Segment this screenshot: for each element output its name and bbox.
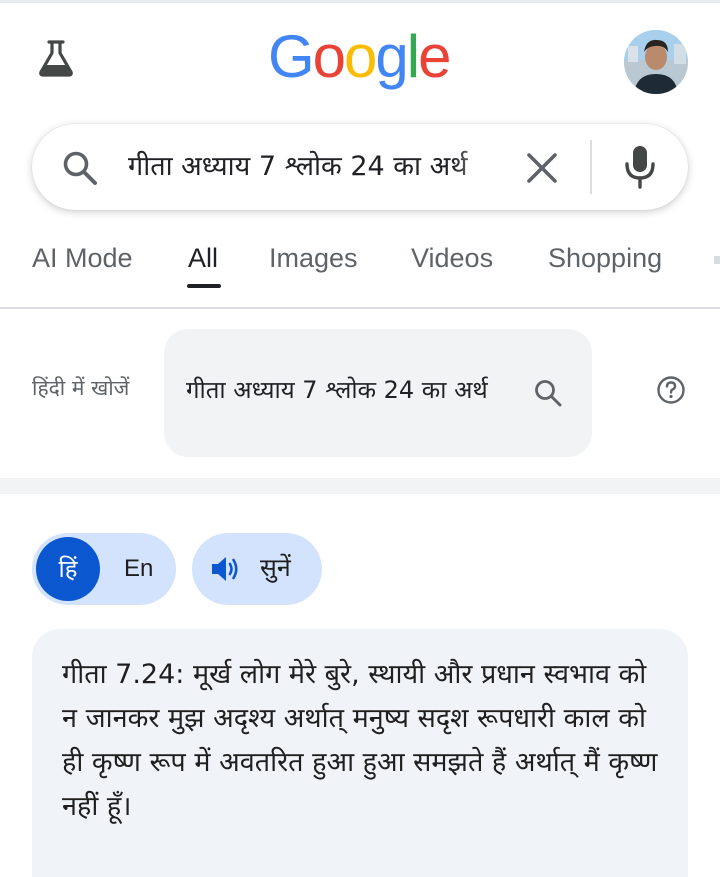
tab-images[interactable]: Images <box>269 236 358 282</box>
listen-button[interactable]: सुनें <box>192 533 322 605</box>
language-english-button[interactable]: En <box>124 533 153 605</box>
logo-letter: e <box>418 23 451 90</box>
tab-ai-mode[interactable]: AI Mode <box>32 236 133 282</box>
hindi-search-suggestion[interactable]: गीता अध्याय 7 श्लोक 24 का अर्थ <box>186 373 488 406</box>
top-divider <box>0 0 720 3</box>
search-box[interactable]: गीता अध्याय 7 श्लोक 24 का अर्थ <box>32 124 688 210</box>
query-fade <box>452 144 522 190</box>
answer-text: गीता 7.24: मूर्ख लोग मेरे बुरे, स्थायी औ… <box>62 659 658 822</box>
logo-letter: o <box>344 23 377 90</box>
google-logo: Google <box>268 22 458 92</box>
answer-card: गीता 7.24: मूर्ख लोग मेरे बुरे, स्थायी औ… <box>32 629 688 877</box>
help-icon[interactable] <box>656 375 686 405</box>
tabs-border <box>0 307 720 309</box>
language-hindi-button[interactable]: हिं <box>36 537 100 601</box>
logo-letter: G <box>268 23 315 90</box>
logo-letter: l <box>406 23 420 90</box>
close-icon[interactable] <box>524 150 560 186</box>
search-tabs: AI Mode All Images Videos Shopping <box>0 236 720 308</box>
search-icon <box>535 380 562 407</box>
logo-letter: o <box>312 23 346 90</box>
active-tab-indicator <box>187 284 221 288</box>
language-toggle[interactable]: हिं En <box>32 533 176 605</box>
logo-letter: g <box>375 23 408 90</box>
hindi-search-label: हिंदी में खोजें <box>32 376 130 400</box>
tabs-overflow-hint <box>714 256 720 264</box>
google-search-page: Google गीता अध्याय 7 श्लोक 24 का अर्थ AI… <box>0 0 720 877</box>
flask-icon[interactable] <box>36 38 76 78</box>
tab-all[interactable]: All <box>188 236 218 282</box>
listen-label: सुनें <box>260 553 291 582</box>
tab-videos[interactable]: Videos <box>411 236 493 282</box>
profile-avatar[interactable] <box>624 30 688 94</box>
hindi-search-chip[interactable]: गीता अध्याय 7 श्लोक 24 का अर्थ <box>164 329 592 457</box>
speaker-icon <box>212 557 238 581</box>
search-icon[interactable] <box>60 148 100 188</box>
mic-icon[interactable] <box>622 144 658 190</box>
search-divider <box>590 140 592 194</box>
section-separator <box>0 478 720 494</box>
avatar-image <box>624 30 688 94</box>
tab-shopping[interactable]: Shopping <box>548 236 662 282</box>
